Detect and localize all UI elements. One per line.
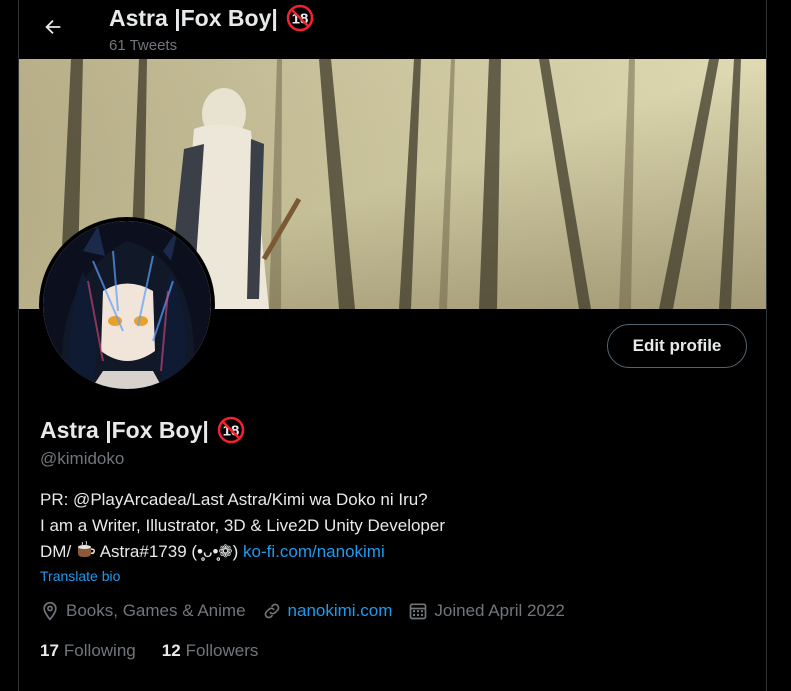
- joined-text: Joined April 2022: [434, 601, 565, 620]
- back-button[interactable]: [35, 9, 71, 45]
- back-arrow-icon: [45, 19, 61, 35]
- profile-header-bar: Astra |Fox Boy| 18 61 Tweets: [19, 0, 766, 58]
- profile-handle: @kimidoko: [40, 449, 125, 468]
- header-name: Astra |Fox Boy|: [109, 4, 278, 31]
- profile-name: Astra |Fox Boy| 18: [40, 416, 245, 444]
- edit-profile-button[interactable]: Edit profile: [607, 324, 747, 368]
- followers-label: Followers: [185, 641, 259, 660]
- following-link[interactable]: 17 Following: [40, 641, 136, 661]
- age-restricted-18-icon: 18: [286, 4, 314, 32]
- profile-avatar[interactable]: [39, 217, 215, 393]
- location-text: Books, Games & Anime: [66, 601, 246, 620]
- location-pin-icon: [43, 601, 57, 621]
- website-link[interactable]: nanokimi.com: [288, 601, 393, 621]
- followers-count: 12: [161, 641, 181, 660]
- header-title: Astra |Fox Boy| 18: [109, 4, 314, 32]
- joined-item: Joined April 2022: [408, 601, 565, 621]
- following-label: Following: [63, 641, 136, 660]
- following-count: 17: [40, 641, 59, 660]
- bio-line: PR: @PlayArcadea/Last Astra/Kimi wa Doko…: [40, 490, 428, 509]
- location-item: Books, Games & Anime: [40, 601, 246, 621]
- calendar-icon: [410, 603, 427, 620]
- website-item: nanokimi.com: [262, 601, 393, 621]
- follow-stats: 17 Following 12 Followers: [40, 641, 258, 661]
- age-restricted-18-icon: 18: [217, 416, 245, 444]
- bio-line: I am a Writer, Illustrator, 3D & Live2D …: [40, 516, 446, 535]
- link-icon: [264, 603, 279, 619]
- profile-display-name: Astra |Fox Boy|: [40, 416, 209, 443]
- profile-bio: PR: @PlayArcadea/Last Astra/Kimi wa Doko…: [40, 487, 445, 565]
- bio-line: DM/ Astra#1739 (•̥̥̥ᴗ•̥̥̥❁) ko-fi.com/na…: [40, 540, 385, 561]
- tweet-count: 61 Tweets: [109, 37, 178, 54]
- coffee-cup-icon: [77, 540, 95, 557]
- avatar-image: [43, 221, 211, 389]
- profile-column: Astra |Fox Boy| 18 61 Tweets: [18, 0, 767, 691]
- profile-meta: Books, Games & Anime nanokimi.com Joined…: [40, 601, 581, 621]
- translate-bio-link[interactable]: Translate bio: [40, 568, 120, 584]
- followers-link[interactable]: 12 Followers: [162, 641, 259, 661]
- kofi-link[interactable]: ko-fi.com/nanokimi: [243, 542, 385, 561]
